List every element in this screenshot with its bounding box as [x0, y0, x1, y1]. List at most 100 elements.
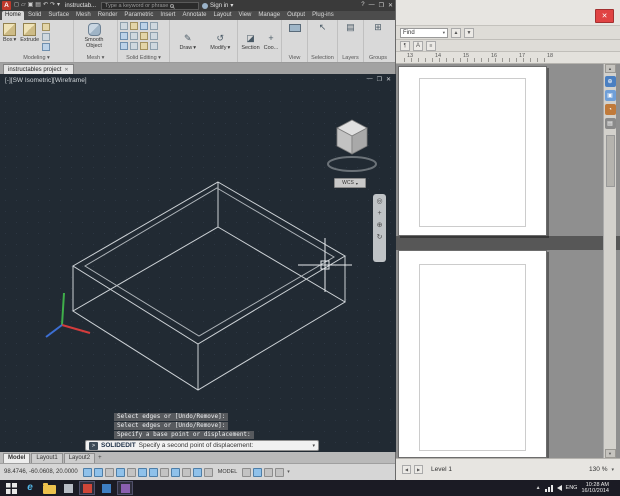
tab-layout1[interactable]: Layout1 [31, 453, 63, 463]
solid-editing-tool-icon[interactable] [150, 42, 158, 50]
view-icon[interactable] [288, 24, 301, 32]
taskbar-item-app1[interactable] [60, 481, 76, 495]
viewcube[interactable] [327, 119, 377, 172]
solid-editing-panel-label[interactable]: Solid Editing ▾ [118, 55, 169, 62]
zoom-tool-icon[interactable]: ⊕ [604, 76, 616, 87]
groups-icon[interactable]: ⊞ [374, 22, 382, 33]
modeling-tool-icon[interactable] [42, 23, 51, 31]
orbit-icon[interactable]: ◎ [376, 198, 382, 206]
pin-tool-icon[interactable]: ▣ [604, 90, 616, 101]
status-menu-dropdown-icon[interactable]: ▾ [287, 469, 290, 475]
print-icon[interactable]: ▤ [35, 1, 41, 10]
modeling-panel-label[interactable]: Modeling ▾ [0, 55, 73, 62]
help-icon[interactable]: ? [361, 2, 364, 9]
solid-editing-tool-icon[interactable] [140, 22, 148, 30]
wireframe-box[interactable] [72, 181, 346, 391]
page-prev-icon[interactable]: ◀ [402, 465, 411, 474]
snap-toggle[interactable] [93, 467, 103, 477]
tab-parametric[interactable]: Parametric [121, 11, 156, 20]
open-icon[interactable]: ▱ [21, 1, 26, 10]
navigation-bar[interactable]: ◎ + ⊕ ↻ [373, 194, 386, 262]
search-icon[interactable] [170, 3, 175, 8]
list-tool-icon[interactable]: ≡ [426, 40, 436, 51]
tab-view[interactable]: View [235, 11, 254, 20]
polar-toggle[interactable] [126, 467, 136, 477]
start-button[interactable] [3, 481, 19, 495]
volume-icon[interactable] [556, 485, 562, 491]
annotation-scale-icon[interactable] [253, 467, 263, 477]
solid-editing-tool-icon[interactable] [120, 32, 128, 40]
layers-panel-label[interactable]: Layers [338, 55, 363, 62]
zoom-level[interactable]: 130 % [589, 466, 607, 473]
taskbar-item-app2[interactable] [98, 481, 114, 495]
grid-toggle[interactable] [104, 467, 114, 477]
clock[interactable]: 10:28 AM 16/10/2014 [581, 482, 609, 495]
document-content-area[interactable]: ▲ ⊕ ▣ ◔ ▤ ▼ [396, 64, 620, 458]
minimize-icon[interactable]: — [369, 2, 375, 9]
box-button[interactable]: Box ▾ [2, 22, 17, 44]
language-indicator[interactable]: ENG [566, 485, 578, 491]
dyn-toggle[interactable] [181, 467, 191, 477]
next-button[interactable]: ▼ [464, 27, 474, 38]
tab-insert[interactable]: Insert [157, 11, 178, 20]
pan-icon[interactable]: + [377, 210, 381, 218]
tab-layout2[interactable]: Layout2 [63, 453, 96, 463]
solid-editing-tool-icon[interactable] [150, 32, 158, 40]
tab-mesh[interactable]: Mesh [73, 11, 94, 20]
viewcube-wcs-menu[interactable]: WCS ▾ [334, 178, 366, 188]
steering-wheel-icon[interactable]: ↻ [377, 234, 383, 242]
signin-button[interactable]: Sign in ▾ [202, 2, 233, 9]
view-panel-label[interactable]: View [282, 55, 307, 62]
solid-editing-tool-icon[interactable] [140, 42, 148, 50]
tab-surface[interactable]: Surface [45, 11, 72, 20]
extrude-button[interactable]: Extrude [19, 22, 40, 44]
tab-output[interactable]: Output [284, 11, 308, 20]
tab-layout[interactable]: Layout [210, 11, 234, 20]
model-space-label[interactable]: MODEL [218, 469, 238, 475]
selection-icon[interactable]: ↖ [319, 22, 327, 33]
tpy-toggle[interactable] [203, 467, 213, 477]
model-viewport[interactable]: [-][SW Isometric][Wireframe] — ❐ ✕ WCS ▾… [0, 74, 396, 452]
lwt-toggle[interactable] [192, 467, 202, 477]
autocad-logo[interactable]: A [2, 1, 11, 10]
find-combo[interactable]: Find ▾ [400, 27, 448, 38]
groups-panel-label[interactable]: Groups [364, 55, 392, 62]
modify-button[interactable]: ↺ Modify ▾ [205, 32, 235, 52]
network-icon[interactable] [544, 484, 553, 492]
solid-editing-tool-icon[interactable] [120, 42, 128, 50]
section-button[interactable]: ◪ Section [240, 32, 261, 52]
scroll-up-icon[interactable]: ▲ [604, 64, 616, 73]
command-recent-dropdown-icon[interactable]: ▾ [312, 443, 315, 449]
workspace-switch-icon[interactable] [264, 467, 274, 477]
modeling-tool-icon[interactable] [42, 43, 51, 51]
quick-view-icon[interactable] [242, 467, 252, 477]
zoom-icon[interactable]: ⊕ [377, 222, 383, 230]
vertical-scrollbar[interactable]: ▲ ⊕ ▣ ◔ ▤ ▼ [603, 64, 616, 458]
taskbar-item-ie[interactable]: e [22, 481, 38, 495]
save-icon[interactable]: ▣ [28, 1, 34, 10]
solid-editing-tool-icon[interactable] [130, 22, 138, 30]
character-tool-icon[interactable]: A [413, 40, 423, 51]
mesh-panel-label[interactable]: Mesh ▾ [74, 55, 117, 62]
smooth-object-button[interactable]: Smooth Object [76, 22, 112, 50]
paragraph-tool-icon[interactable]: ¶ [400, 40, 410, 51]
new-icon[interactable]: ◻ [14, 1, 19, 10]
new-layout-button[interactable]: + [98, 453, 102, 463]
maximize-icon[interactable]: ❐ [379, 2, 384, 9]
selection-panel-label[interactable]: Selection [308, 55, 337, 62]
infocenter-search[interactable]: Type a keyword or phrase [101, 1, 200, 10]
hidden-icons-arrow[interactable]: ▲ [536, 485, 541, 491]
tab-render[interactable]: Render [95, 11, 121, 20]
solid-editing-tool-icon[interactable] [130, 42, 138, 50]
tab-annotate[interactable]: Annotate [179, 11, 209, 20]
scroll-down-icon[interactable]: ▼ [604, 449, 616, 458]
taskbar-item-autocad[interactable] [79, 481, 95, 495]
prev-button[interactable]: ▲ [451, 27, 461, 38]
close-icon[interactable]: ✕ [388, 2, 393, 9]
coordinates-button[interactable]: + Coo... [263, 32, 279, 52]
taskbar-item-docapp[interactable] [117, 481, 133, 495]
tab-plugins[interactable]: Plug-ins [309, 11, 337, 20]
pie-tool-icon[interactable]: ◔ [604, 104, 616, 115]
3dosnap-toggle[interactable] [148, 467, 158, 477]
lock-icon[interactable] [275, 467, 285, 477]
